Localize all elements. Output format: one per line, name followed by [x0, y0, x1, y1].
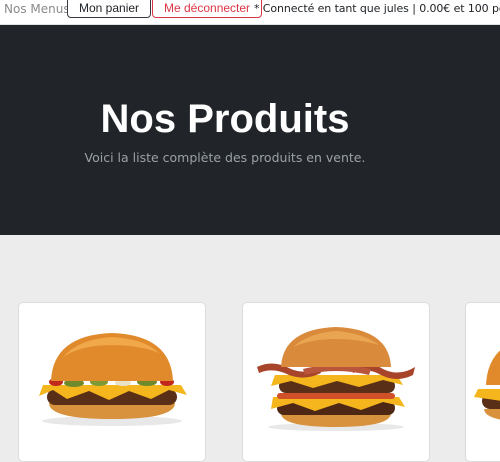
- product-card[interactable]: [242, 302, 430, 462]
- hero-banner: Nos Produits Voici la liste complète des…: [0, 25, 500, 235]
- product-card[interactable]: [18, 302, 206, 462]
- page-title: Nos Produits: [100, 97, 350, 141]
- user-status-text: * Connecté en tant que jules | 0.00€ et …: [254, 2, 500, 15]
- nav-menus-link[interactable]: Nos Menus: [4, 0, 70, 18]
- top-navbar: Nos Menus Mon panier Me déconnecter * Co…: [0, 0, 500, 25]
- product-card[interactable]: [465, 302, 500, 462]
- cheeseburger-icon: [39, 333, 187, 426]
- logout-button[interactable]: Me déconnecter: [152, 0, 263, 18]
- page-subtitle: Voici la liste complète des produits en …: [84, 150, 366, 165]
- cart-button[interactable]: Mon panier: [67, 0, 152, 18]
- bacon-burger-icon: [257, 327, 415, 431]
- burger-icon: [474, 350, 500, 420]
